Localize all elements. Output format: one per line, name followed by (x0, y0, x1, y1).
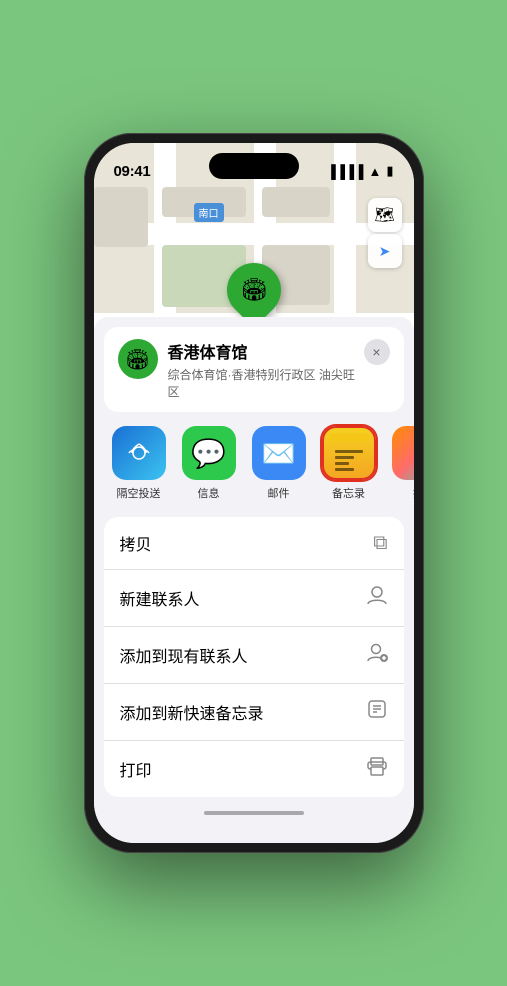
action-new-contact[interactable]: 新建联系人 (104, 570, 404, 627)
location-card: 🏟 香港体育馆 综合体育馆·香港特别行政区 油尖旺区 × (104, 327, 404, 412)
new-contact-icon (366, 584, 388, 612)
home-bar (204, 811, 304, 815)
phone-frame: 09:41 ▐▐▐▐ ▲ ▮ 南口 (84, 133, 424, 853)
notes-icon-bg (322, 426, 376, 480)
notes-line3 (335, 462, 349, 465)
messages-label: 信息 (198, 485, 220, 501)
layers-icon: 🗺 (374, 205, 394, 225)
map-label-text: 南口 (199, 209, 219, 220)
layers-button[interactable]: 🗺 (368, 198, 402, 232)
location-subtitle: 综合体育馆·香港特别行政区 油尖旺区 (168, 366, 364, 400)
location-button[interactable]: ➤ (368, 234, 402, 268)
map-controls: 🗺 ➤ (368, 198, 402, 270)
share-item-mail[interactable]: ✉️ 邮件 (244, 426, 314, 501)
print-icon (366, 755, 388, 783)
map-label: 南口 (194, 203, 224, 222)
notes-line4 (335, 468, 355, 471)
airdrop-icon (112, 426, 166, 480)
signal-icon: ▐▐▐▐ (327, 164, 364, 179)
add-existing-icon (366, 641, 388, 669)
close-button[interactable]: × (364, 339, 390, 365)
close-icon: × (372, 344, 380, 360)
pin-inner-icon: 🏟 (240, 277, 268, 303)
notes-lines (330, 444, 368, 474)
action-copy-label: 拷贝 (120, 531, 152, 555)
action-add-existing[interactable]: 添加到现有联系人 (104, 627, 404, 684)
action-copy[interactable]: 拷贝 ⧉ (104, 517, 404, 570)
action-add-notes[interactable]: 添加到新快速备忘录 (104, 684, 404, 741)
location-name: 香港体育馆 (168, 339, 364, 363)
action-add-notes-label: 添加到新快速备忘录 (120, 700, 264, 724)
notes-line1 (335, 450, 363, 453)
share-item-airdrop[interactable]: 隔空投送 (104, 426, 174, 501)
add-notes-icon (366, 698, 388, 726)
more-icon (392, 426, 414, 480)
action-print[interactable]: 打印 (104, 741, 404, 797)
mail-label: 邮件 (268, 485, 290, 501)
action-add-existing-label: 添加到现有联系人 (120, 643, 248, 667)
notes-line2 (335, 456, 355, 459)
location-venue-icon: 🏟 (118, 339, 158, 379)
share-item-notes[interactable]: 备忘录 (314, 426, 384, 501)
phone-screen: 09:41 ▐▐▐▐ ▲ ▮ 南口 (94, 143, 414, 843)
mail-icon: ✉️ (252, 426, 306, 480)
share-row: 隔空投送 💬 信息 ✉️ 邮件 (94, 412, 414, 511)
share-item-messages[interactable]: 💬 信息 (174, 426, 244, 501)
home-indicator (94, 803, 414, 823)
location-info: 香港体育馆 综合体育馆·香港特别行政区 油尖旺区 (168, 339, 364, 400)
bottom-sheet: 🏟 香港体育馆 综合体育馆·香港特别行政区 油尖旺区 × (94, 317, 414, 843)
copy-icon: ⧉ (373, 532, 387, 555)
battery-icon: ▮ (386, 163, 393, 179)
action-new-contact-label: 新建联系人 (120, 586, 200, 610)
map-block3 (262, 187, 330, 217)
airdrop-label: 隔空投送 (117, 485, 161, 501)
action-list: 拷贝 ⧉ 新建联系人 添加到现有联系人 (104, 517, 404, 797)
messages-icon: 💬 (182, 426, 236, 480)
dynamic-island (209, 153, 299, 179)
wifi-icon: ▲ (368, 164, 381, 179)
location-card-left: 🏟 香港体育馆 综合体育馆·香港特别行政区 油尖旺区 (118, 339, 364, 400)
notes-label: 备忘录 (332, 485, 365, 501)
location-icon: ➤ (379, 243, 391, 260)
action-print-label: 打印 (120, 757, 152, 781)
map-block5 (94, 187, 148, 247)
more-label: 推 (413, 485, 414, 501)
share-item-more[interactable]: 推 (384, 426, 414, 501)
status-time: 09:41 (114, 163, 151, 180)
status-icons: ▐▐▐▐ ▲ ▮ (327, 163, 394, 179)
